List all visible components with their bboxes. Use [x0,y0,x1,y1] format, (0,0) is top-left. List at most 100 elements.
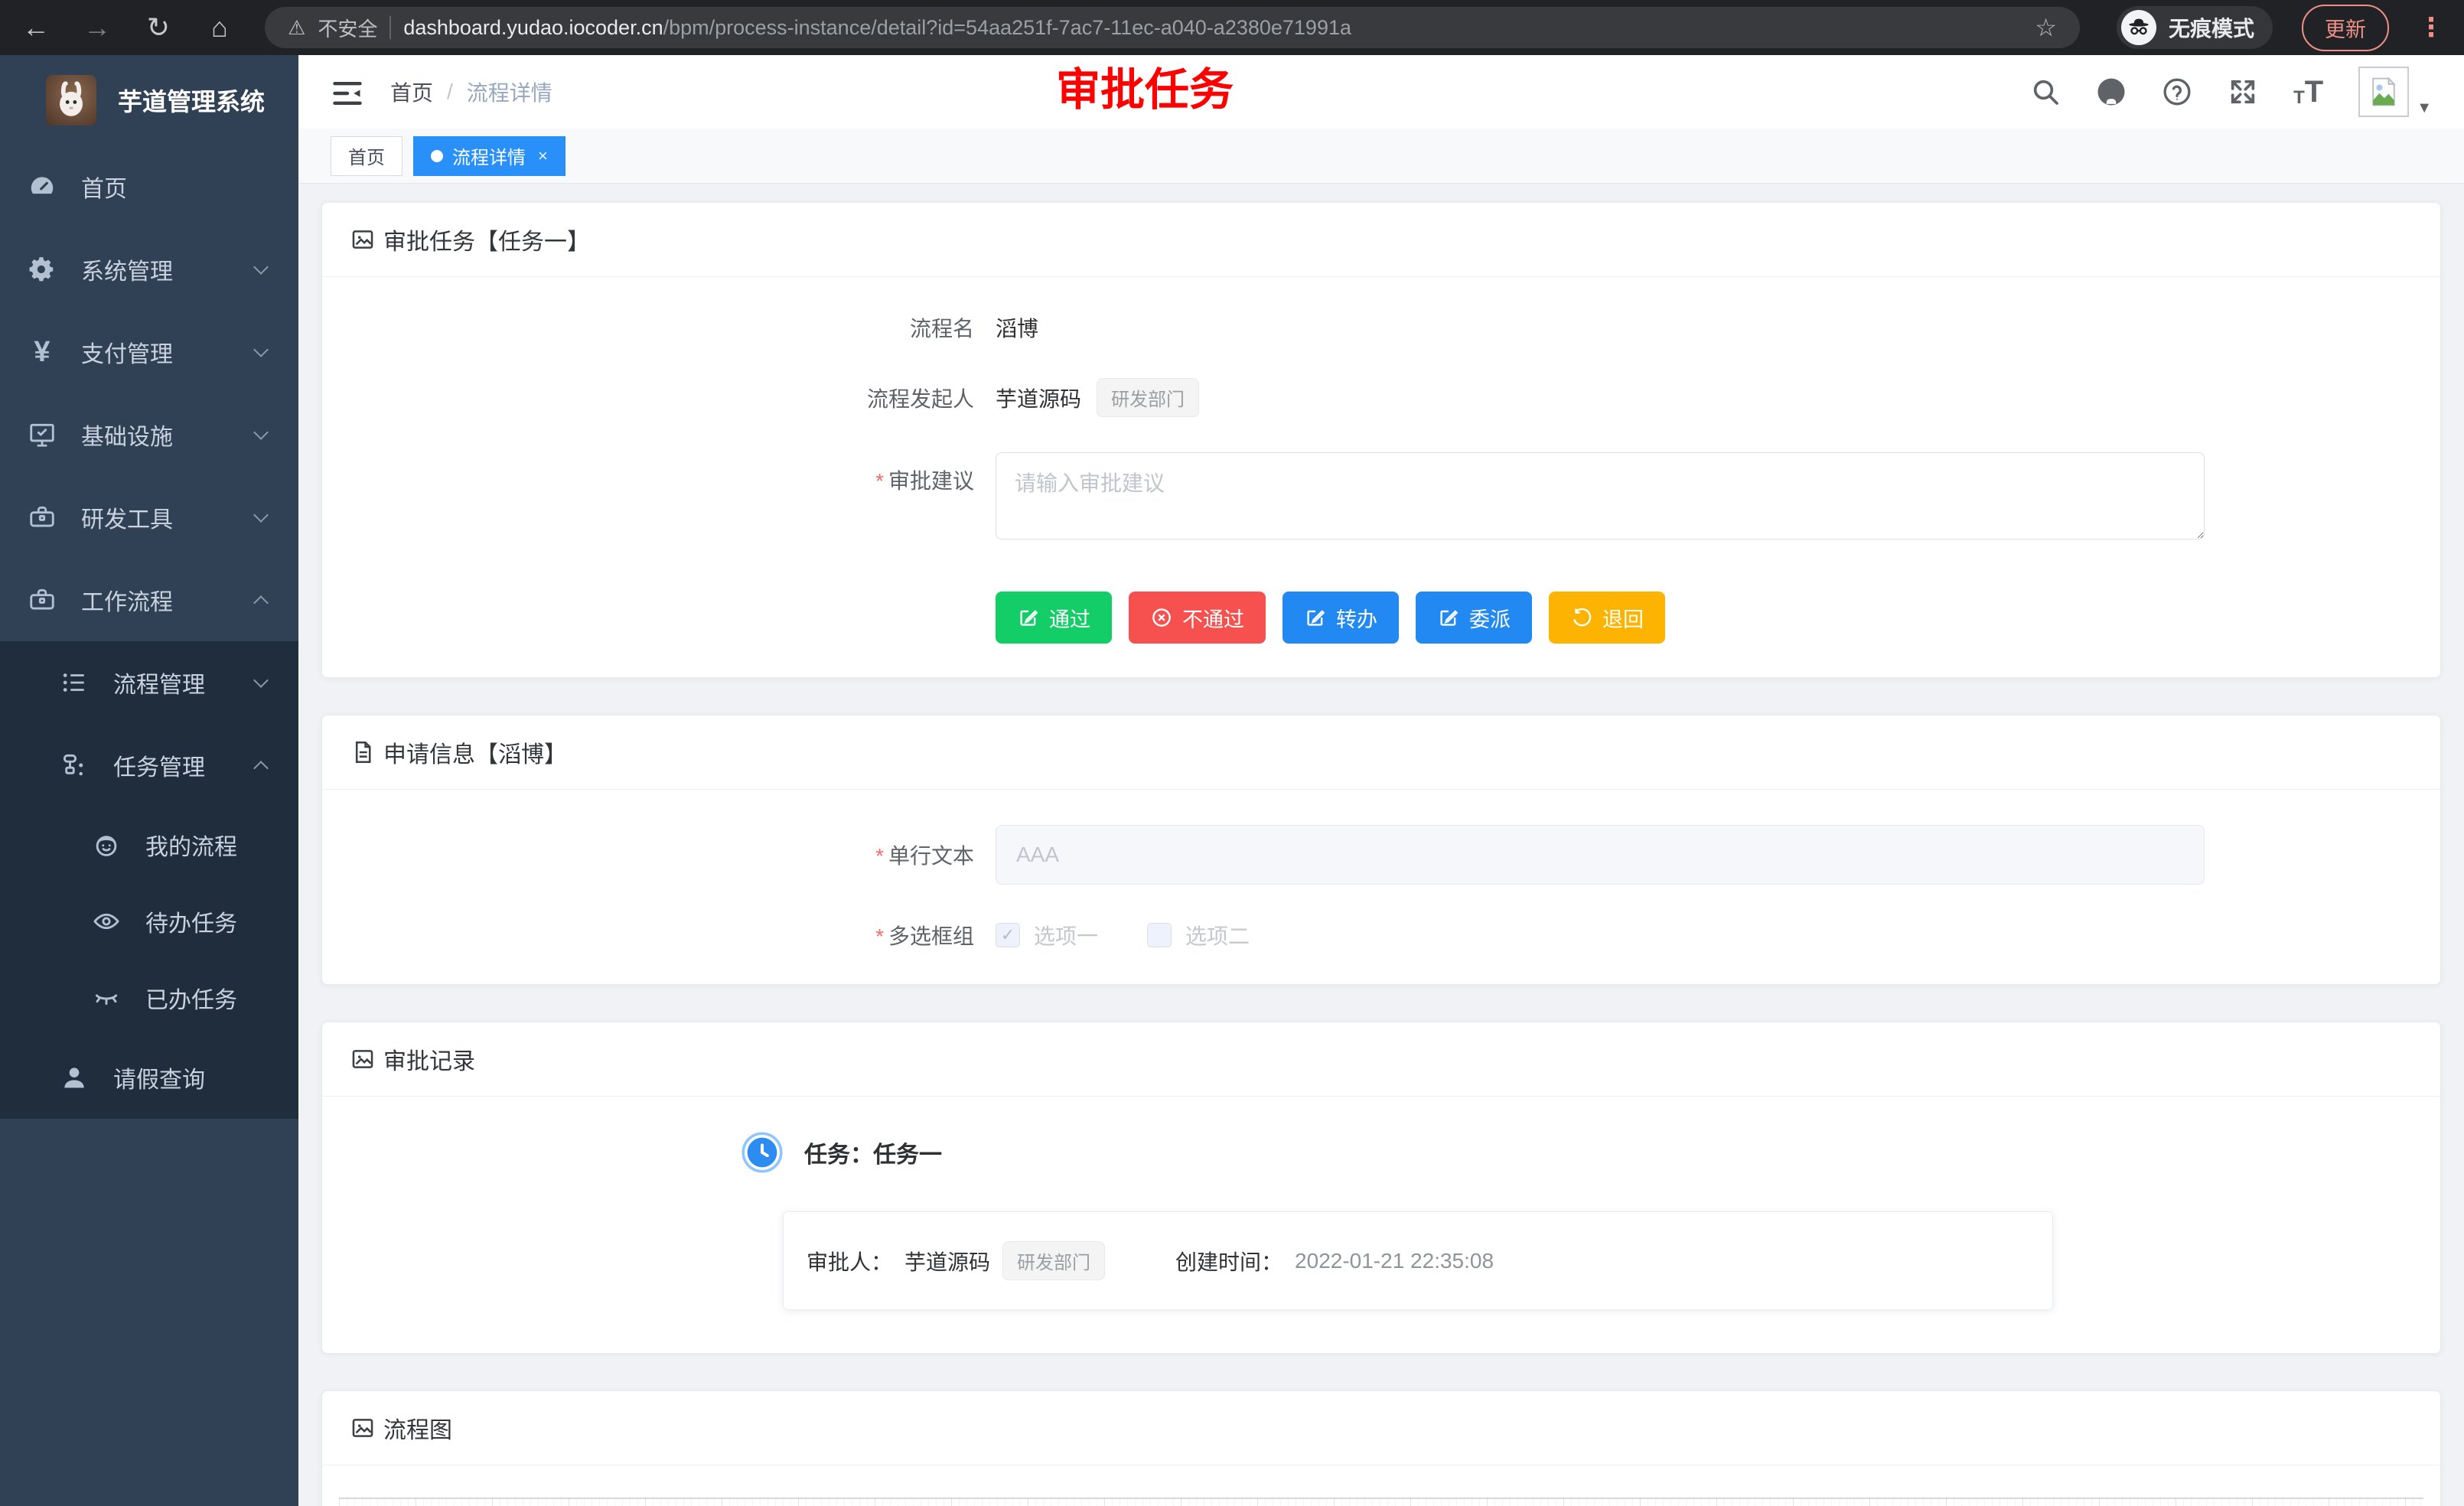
sidebar-item-workflow[interactable]: 工作流程 [0,559,298,641]
breadcrumb: 首页 / 流程详情 [390,77,552,107]
workflow-submenu: 流程管理 任务管理 我的流程 [0,641,298,1119]
briefcase-icon [26,585,58,614]
page-content: 审批任务【任务一】 流程名 滔博 流程发起人 芋道源码 研发部门 [298,184,2464,1506]
single-text-label: 单行文本 [888,844,974,868]
breadcrumb-current: 流程详情 [467,77,552,107]
single-text-input [996,825,2205,885]
process-name-label: 流程名 [322,312,996,343]
chevron-up-icon [253,761,269,776]
browser-toolbar: ← → ↻ ⌂ ⚠ 不安全 dashboard.yudao.iocoder.cn… [0,0,2464,55]
checkbox-group-row: *多选框组 ✓ 选项一 选项二 [322,920,2440,950]
sidebar-item-payment[interactable]: ¥ 支付管理 [0,311,298,393]
comment-textarea[interactable] [996,452,2205,539]
sidebar-item-system[interactable]: 系统管理 [0,228,298,311]
sidebar-item-todo-tasks[interactable]: 待办任务 [0,883,298,960]
checkbox-option-1: ✓ 选项一 [996,920,1098,950]
app-logo-row[interactable]: 芋道管理系统 [0,55,298,145]
url-text: dashboard.yudao.iocoder.cn/bpm/process-i… [403,16,1351,40]
chevron-down-icon [253,425,269,440]
edit-icon [1017,606,1040,629]
browser-menu-icon[interactable]: ⋮ [2418,12,2444,43]
picture-icon [350,1415,376,1441]
flow-nodes-icon [58,751,90,780]
flow-diagram-card: 流程图 [321,1390,2441,1506]
breadcrumb-separator: / [447,80,453,104]
bpmn-canvas[interactable] [339,1498,2423,1506]
button-label: 退回 [1602,603,1644,633]
security-warning-icon[interactable]: ⚠ [288,16,305,40]
picture-icon [350,1046,376,1072]
toolbox-icon [26,503,58,532]
face-icon [90,830,122,859]
font-size-icon[interactable]: TT [2293,77,2323,107]
required-marker: * [875,469,884,493]
sidebar-item-devtools[interactable]: 研发工具 [0,476,298,559]
sidebar-item-label: 已办任务 [145,981,266,1015]
eye-open-icon [90,907,122,936]
sidebar-item-leave-query[interactable]: 请假查询 [0,1036,298,1119]
circle-close-icon [1150,606,1173,629]
gear-icon [26,255,58,284]
approve-button[interactable]: 通过 [996,592,1112,644]
browser-update-button[interactable]: 更新 [2302,5,2389,51]
tab-label: 首页 [348,142,385,169]
fullscreen-icon[interactable] [2228,77,2258,107]
delegate-button[interactable]: 委派 [1416,592,1532,644]
help-icon[interactable] [2162,77,2192,107]
avatar[interactable] [2358,67,2409,117]
breadcrumb-home[interactable]: 首页 [390,77,433,107]
home-icon[interactable]: ⌂ [204,14,236,41]
url-path: /bpm/process-instance/detail?id=54aa251f… [663,16,1351,39]
sidebar-item-infra[interactable]: 基础设施 [0,393,298,476]
address-bar[interactable]: ⚠ 不安全 dashboard.yudao.iocoder.cn/bpm/pro… [265,7,2080,48]
sidebar-item-home[interactable]: 首页 [0,145,298,228]
sidebar: 芋道管理系统 首页 系统管理 ¥ 支付管 [0,55,298,1506]
search-icon[interactable] [2030,77,2061,107]
checkbox-group: ✓ 选项一 选项二 [996,920,1250,950]
diagram-card-title: 流程图 [383,1411,452,1445]
reject-button[interactable]: 不通过 [1129,592,1266,644]
sidebar-item-process-mgmt[interactable]: 流程管理 [0,641,298,724]
initiator-row: 流程发起人 芋道源码 研发部门 [322,378,2440,417]
approval-buttons: 通过 不通过 转办 委 [996,575,2440,644]
button-label: 不通过 [1182,603,1244,633]
required-marker: * [875,924,884,948]
github-icon[interactable] [2096,77,2127,107]
tab-close-icon[interactable]: × [538,146,548,166]
reload-icon[interactable]: ↻ [142,14,174,41]
undo-icon [1570,606,1593,629]
comment-row: *审批建议 [322,452,2440,539]
return-button[interactable]: 退回 [1549,592,1665,644]
initiator-label: 流程发起人 [322,383,996,413]
sidebar-item-my-process[interactable]: 我的流程 [0,807,298,883]
sidebar-menu: 首页 系统管理 ¥ 支付管理 [0,145,298,1506]
approval-card-title: 审批任务【任务一】 [383,223,590,256]
caret-down-icon[interactable]: ▼ [2417,99,2432,117]
bookmark-star-icon[interactable]: ☆ [2035,13,2057,42]
checkbox-unchecked-icon [1147,923,1172,947]
timeline-task-label: 任务：任务一 [804,1136,942,1169]
incognito-badge: 无痕模式 [2117,6,2273,49]
approver-value: 芋道源码 [904,1246,990,1276]
incognito-icon [2121,10,2156,45]
tab-process-detail[interactable]: 流程详情 × [413,136,565,176]
navbar-actions: TT ▼ [2030,67,2432,117]
incognito-label: 无痕模式 [2169,12,2254,43]
diagram-card-header: 流程图 [322,1391,2440,1465]
avatar-wrap: ▼ [2358,67,2432,117]
chevron-down-icon [253,673,269,688]
checkbox-checked-icon: ✓ [996,923,1020,947]
single-text-row: *单行文本 [322,825,2440,885]
tags-view-bar: 首页 流程详情 × [298,129,2464,184]
sidebar-item-done-tasks[interactable]: 已办任务 [0,960,298,1036]
sidebar-item-task-mgmt[interactable]: 任务管理 [0,724,298,807]
application-info-card: 申请信息【滔博】 *单行文本 *多选框组 ✓ 选项一 [321,715,2441,985]
forward-icon[interactable]: → [81,14,113,41]
back-icon[interactable]: ← [20,14,52,41]
approval-records-card: 审批记录 任务：任务一 审批人：芋道源码 研发部门 创建时间： [321,1022,2441,1354]
sidebar-item-label: 任务管理 [113,748,256,782]
tab-home[interactable]: 首页 [331,136,403,176]
document-icon [350,739,376,765]
transfer-button[interactable]: 转办 [1283,592,1399,644]
sidebar-collapse-icon[interactable] [331,77,364,107]
